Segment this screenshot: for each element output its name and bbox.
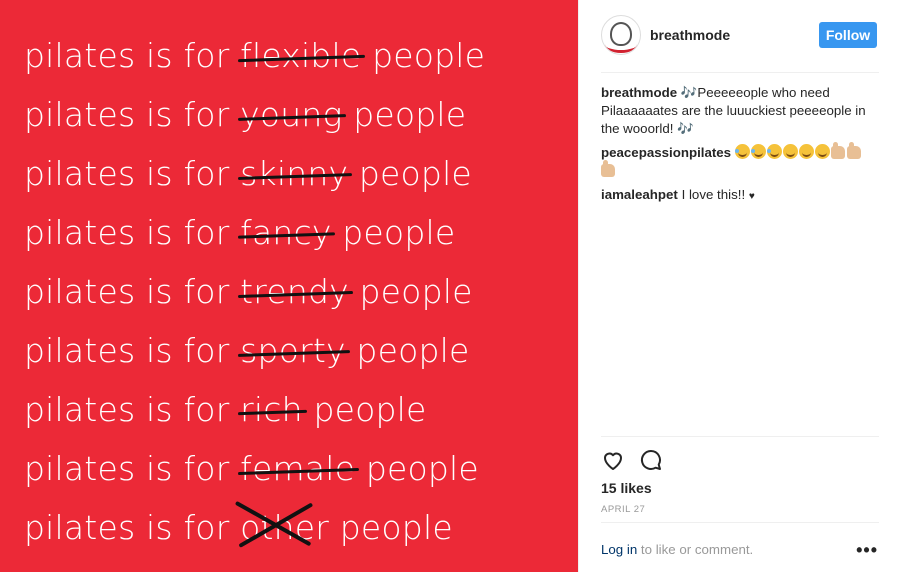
instagram-post: pilates is for flexible people pilates is… (0, 0, 900, 572)
like-count[interactable]: 15 likes (601, 480, 652, 496)
comment-list: breathmode 🎶Peeeeeople who need Pilaaaaa… (601, 84, 877, 212)
comment-item: breathmode 🎶Peeeeeople who need Pilaaaaa… (601, 84, 877, 138)
header-username[interactable]: breathmode (650, 27, 730, 43)
line-suffix: people (302, 390, 427, 429)
line-prefix: pilates is for (24, 508, 241, 547)
smiling-emoji-icon (782, 144, 798, 159)
heart-icon: ♥ (748, 191, 755, 202)
line-prefix: pilates is for (24, 331, 241, 370)
laughing-emoji-icon (734, 144, 750, 159)
line-prefix: pilates is for (24, 95, 241, 134)
more-options-icon[interactable]: ••• (856, 540, 878, 561)
thumbs-up-icon (830, 142, 845, 159)
music-note-icon: 🎶 (680, 85, 698, 100)
laughing-emoji-icon (750, 144, 766, 159)
footer-divider (601, 522, 879, 523)
line-suffix: people (345, 331, 470, 370)
comment-username[interactable]: breathmode (601, 85, 677, 100)
struck-word: trendy (238, 272, 353, 312)
line-prefix: pilates is for (24, 390, 241, 429)
line-prefix: pilates is for (24, 449, 241, 488)
line-suffix: people (355, 449, 479, 488)
avatar-smile-icon (605, 36, 637, 53)
comment-username[interactable]: iamaleahpet (601, 187, 678, 202)
struck-word: young (238, 95, 347, 135)
line-suffix: people (361, 36, 486, 75)
struck-word: female (238, 449, 360, 489)
image-text-line: pilates is for skinny people (24, 154, 472, 194)
follow-button[interactable]: Follow (819, 22, 877, 48)
login-link[interactable]: Log in (601, 542, 637, 557)
line-suffix: people (342, 95, 467, 134)
image-text-line: pilates is for fancy people (24, 213, 455, 253)
line-suffix: people (348, 154, 472, 193)
image-text-line: pilates is for sporty people (24, 331, 469, 371)
image-text-line: pilates is for other people (24, 508, 453, 548)
image-text-line: pilates is for rich people (24, 390, 427, 430)
line-prefix: pilates is for (24, 213, 241, 252)
comment-username[interactable]: peacepassionpilates (601, 145, 731, 160)
line-suffix: people (331, 213, 456, 252)
line-prefix: pilates is for (24, 36, 241, 75)
actions-divider (601, 436, 879, 437)
struck-word: other (240, 508, 329, 548)
image-text-line: pilates is for female people (24, 449, 479, 489)
action-bar (601, 448, 663, 472)
login-text: to like or comment. (637, 542, 754, 557)
cross-out-icon (234, 502, 323, 542)
avatar[interactable] (601, 15, 641, 55)
struck-word: rich (238, 390, 307, 430)
line-suffix: people (329, 508, 453, 547)
struck-word: flexible (238, 36, 366, 76)
heart-outline-icon[interactable] (601, 448, 625, 472)
header-divider (601, 72, 879, 73)
smiling-emoji-icon (814, 144, 830, 159)
post-sidebar: breathmode Follow breathmode 🎶Peeeeeople… (578, 0, 900, 572)
line-prefix: pilates is for (24, 272, 241, 311)
login-prompt: Log in to like or comment. (601, 542, 753, 557)
line-prefix: pilates is for (24, 154, 241, 193)
comment-bubble-icon[interactable] (639, 448, 663, 472)
image-text-line: pilates is for young people (24, 95, 466, 135)
line-suffix: people (348, 272, 473, 311)
image-text-line: pilates is for trendy people (24, 272, 473, 312)
struck-word: sporty (238, 331, 350, 371)
comment-item: peacepassionpilates (601, 142, 877, 180)
struck-word: skinny (238, 154, 353, 194)
smiling-emoji-icon (798, 144, 814, 159)
post-image[interactable]: pilates is for flexible people pilates is… (0, 0, 578, 572)
music-note-icon: 🎶 (677, 121, 694, 136)
laughing-emoji-icon (766, 144, 782, 159)
comment-item: iamaleahpet I love this!! ♥ (601, 186, 877, 206)
struck-word: fancy (238, 213, 336, 253)
thumbs-up-icon (846, 142, 861, 159)
comment-text: I love this!! (681, 187, 746, 202)
image-text-line: pilates is for flexible people (24, 36, 485, 76)
thumbs-up-icon (601, 160, 615, 177)
post-date: APRIL 27 (601, 504, 646, 515)
post-header: breathmode Follow (601, 14, 877, 56)
